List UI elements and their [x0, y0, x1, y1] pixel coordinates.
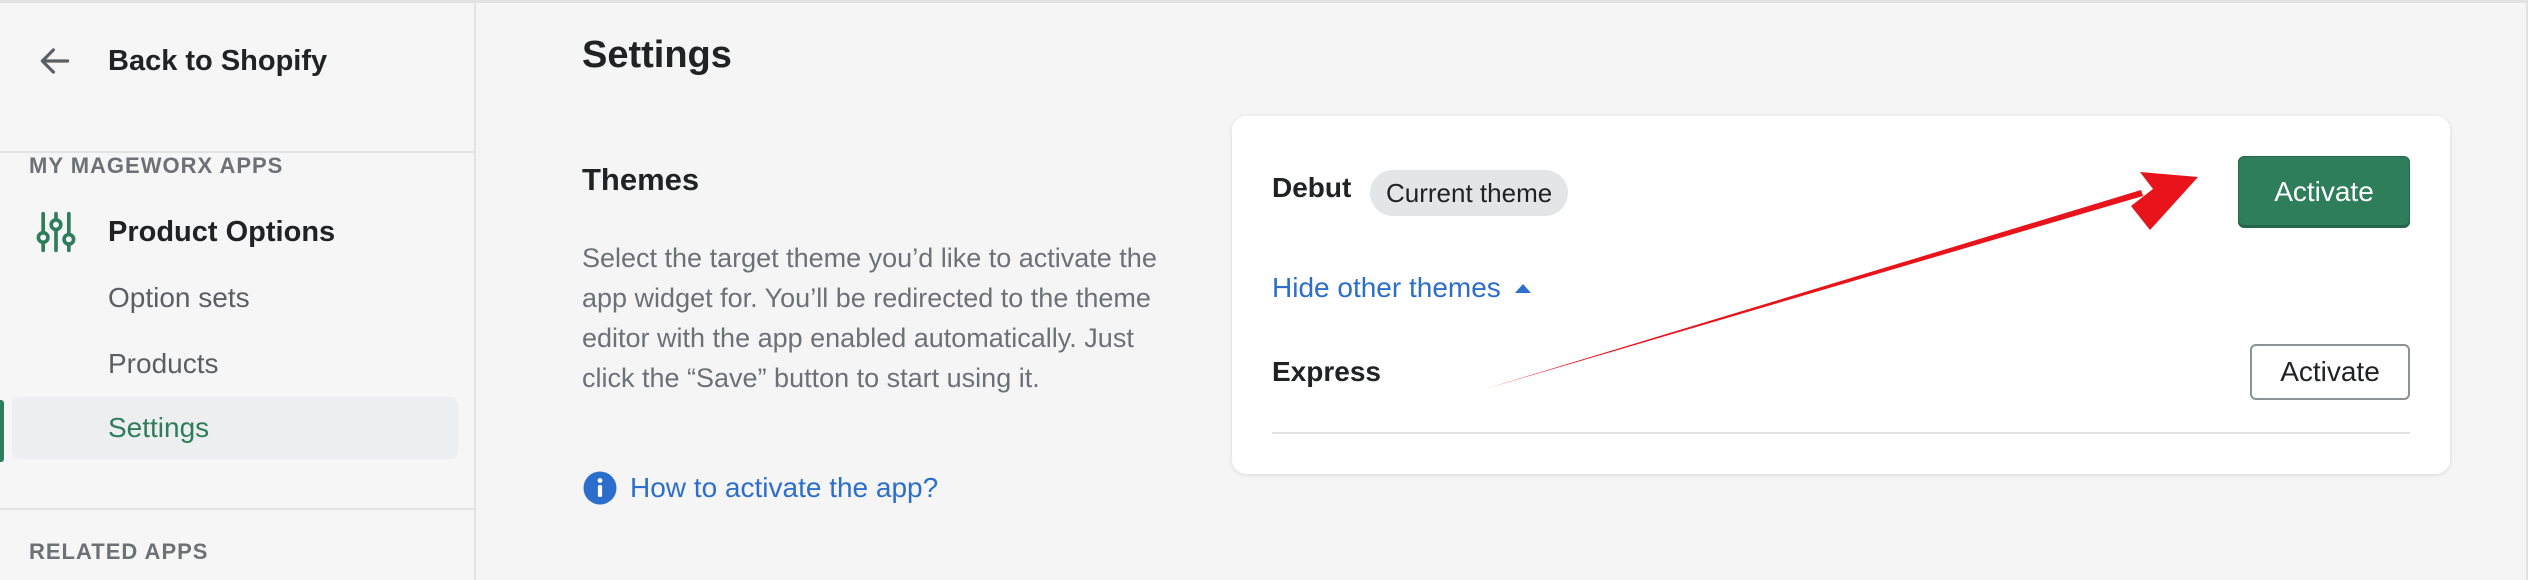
help-link[interactable]: How to activate the app?: [582, 470, 938, 506]
activate-debut-button[interactable]: Activate: [2238, 156, 2410, 228]
themes-card: Debut Current theme Activate Hide other …: [1232, 116, 2450, 474]
sidebar-item-products[interactable]: Products: [12, 333, 458, 395]
theme-name-debut: Debut: [1272, 172, 1352, 203]
back-label: Back to Shopify: [108, 44, 328, 77]
caret-up-icon: [1514, 284, 1531, 293]
page-title: Settings: [582, 34, 732, 76]
info-icon: [583, 471, 617, 505]
sidebar-item-option-sets[interactable]: Option sets: [12, 267, 458, 329]
section-title-my-apps: MY MAGEWORX APPS: [29, 153, 284, 178]
theme-name-express: Express: [1272, 356, 1381, 387]
section-title-themes: Themes: [582, 162, 700, 197]
app-product-options[interactable]: Product Options: [34, 207, 335, 257]
sidebar-divider: [0, 508, 474, 510]
help-link-label: How to activate the app?: [630, 472, 939, 503]
app-name: Product Options: [108, 215, 336, 248]
sidebar-item-label: Option sets: [108, 282, 250, 313]
arrow-left-icon: [40, 48, 70, 74]
sidebar-item-label: Products: [108, 348, 219, 379]
section-title-related-apps: RELATED APPS: [29, 539, 209, 564]
hide-other-themes-label: Hide other themes: [1272, 272, 1501, 303]
themes-description: Select the target theme you’d like to ac…: [582, 243, 1157, 393]
back-to-shopify-link[interactable]: Back to Shopify: [36, 39, 327, 83]
current-theme-badge: Current theme: [1370, 170, 1569, 216]
sidebar-item-settings[interactable]: Settings: [12, 397, 458, 459]
activate-express-button[interactable]: Activate: [2250, 344, 2410, 400]
sidebar: Back to Shopify MY MAGEWORX APPS Product…: [0, 3, 476, 580]
active-indicator: [0, 400, 4, 462]
card-divider: [1272, 432, 2410, 434]
window-edge: [2526, 0, 2536, 580]
hide-other-themes-link[interactable]: Hide other themes: [1272, 272, 1533, 304]
sliders-icon: [36, 211, 76, 253]
sidebar-item-label: Settings: [108, 412, 210, 443]
